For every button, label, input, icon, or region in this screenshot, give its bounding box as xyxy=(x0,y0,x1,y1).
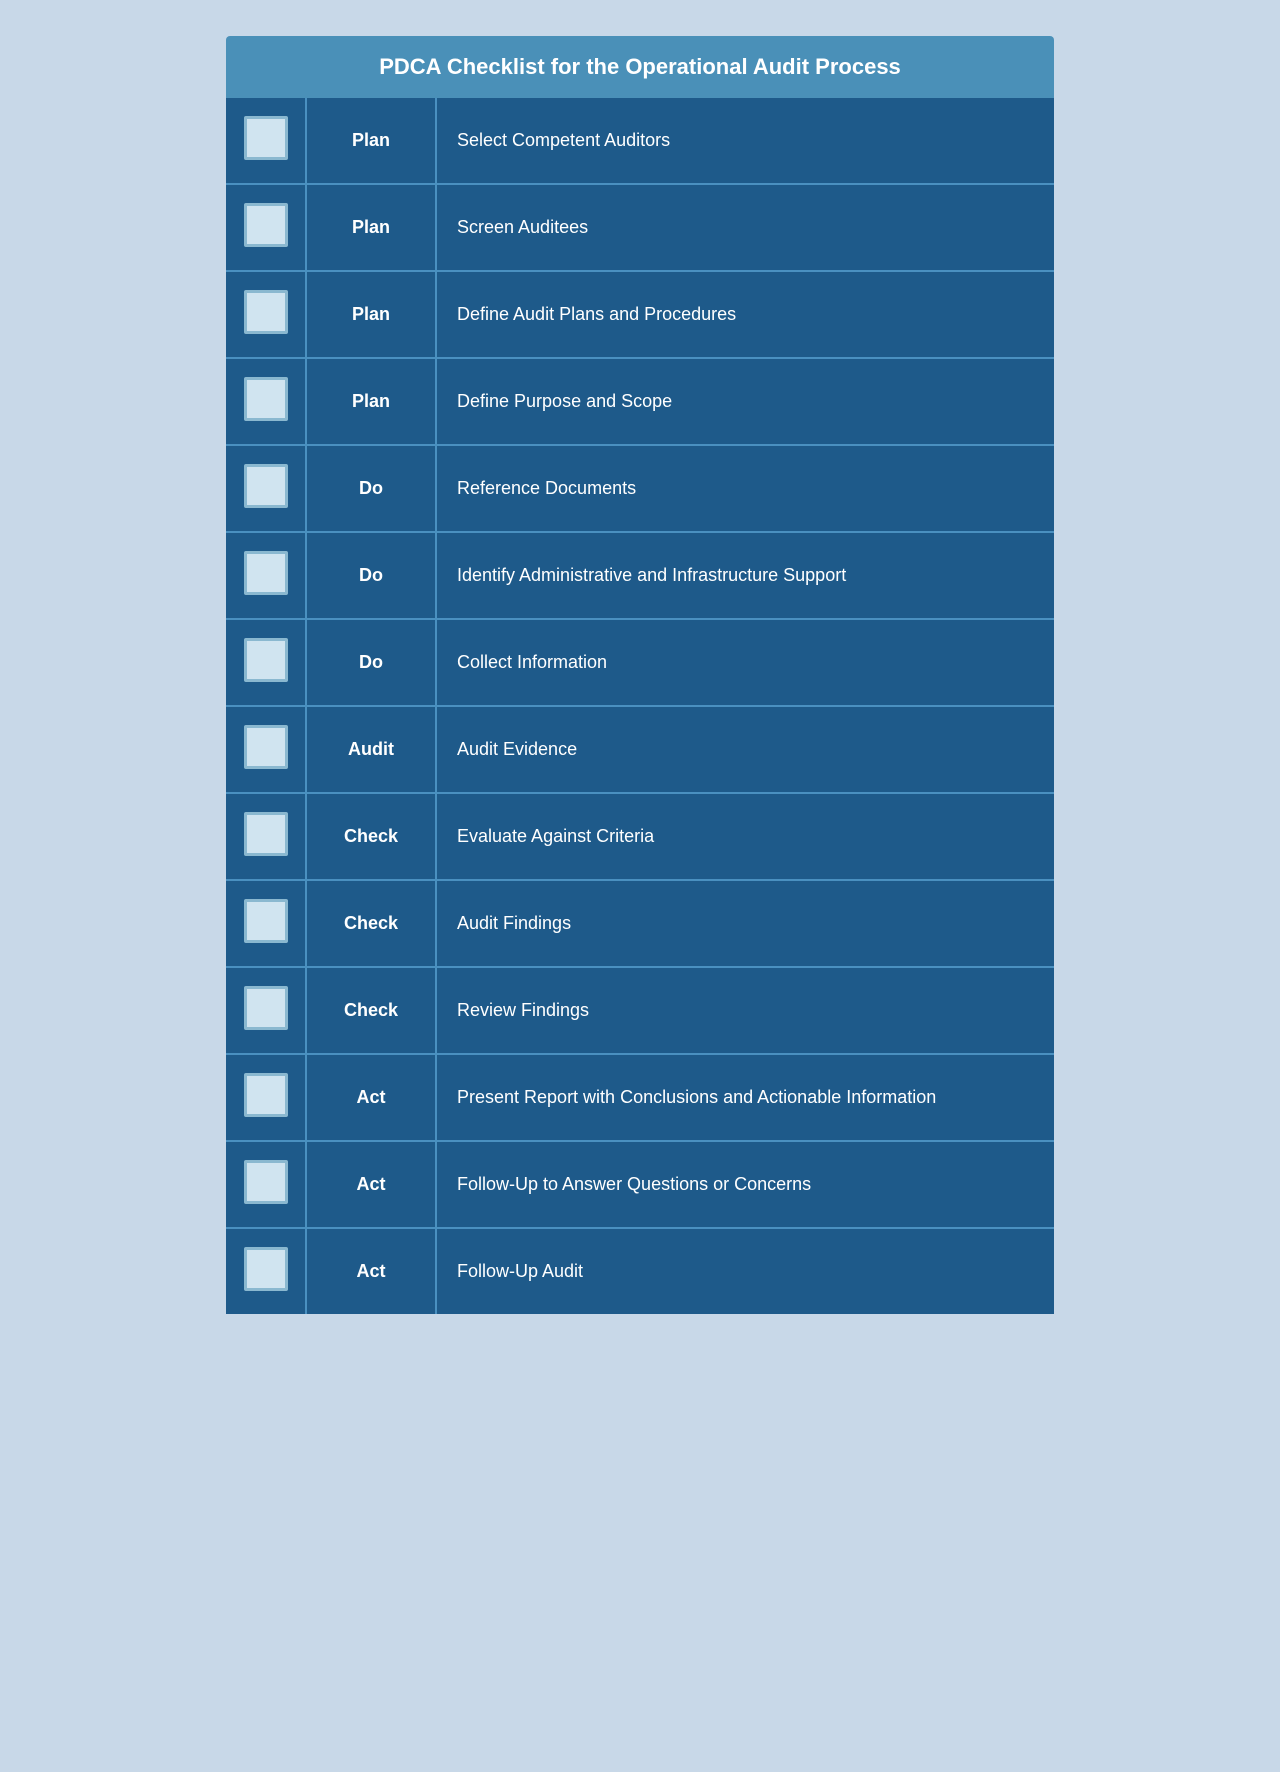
task-cell: Define Purpose and Scope xyxy=(436,358,1054,445)
checkbox-cell xyxy=(226,98,306,184)
table-row: PlanScreen Auditees xyxy=(226,184,1054,271)
phase-cell: Do xyxy=(306,532,436,619)
task-cell: Collect Information xyxy=(436,619,1054,706)
checkbox[interactable] xyxy=(244,725,288,769)
checkbox-cell xyxy=(226,706,306,793)
checkbox-cell xyxy=(226,445,306,532)
checkbox-cell xyxy=(226,184,306,271)
table-row: DoCollect Information xyxy=(226,619,1054,706)
checkbox[interactable] xyxy=(244,116,288,160)
task-cell: Follow-Up Audit xyxy=(436,1228,1054,1314)
checkbox[interactable] xyxy=(244,1160,288,1204)
table-row: ActFollow-Up to Answer Questions or Conc… xyxy=(226,1141,1054,1228)
table-row: PlanDefine Audit Plans and Procedures xyxy=(226,271,1054,358)
phase-cell: Do xyxy=(306,445,436,532)
phase-cell: Do xyxy=(306,619,436,706)
phase-cell: Plan xyxy=(306,184,436,271)
checkbox-cell xyxy=(226,880,306,967)
phase-cell: Check xyxy=(306,880,436,967)
task-cell: Screen Auditees xyxy=(436,184,1054,271)
phase-cell: Plan xyxy=(306,358,436,445)
phase-cell: Plan xyxy=(306,98,436,184)
task-cell: Define Audit Plans and Procedures xyxy=(436,271,1054,358)
checkbox[interactable] xyxy=(244,290,288,334)
task-cell: Reference Documents xyxy=(436,445,1054,532)
checkbox-cell xyxy=(226,967,306,1054)
task-cell: Select Competent Auditors xyxy=(436,98,1054,184)
table-row: DoIdentify Administrative and Infrastruc… xyxy=(226,532,1054,619)
task-cell: Identify Administrative and Infrastructu… xyxy=(436,532,1054,619)
checkbox[interactable] xyxy=(244,1073,288,1117)
checkbox[interactable] xyxy=(244,986,288,1030)
table-row: CheckEvaluate Against Criteria xyxy=(226,793,1054,880)
task-cell: Present Report with Conclusions and Acti… xyxy=(436,1054,1054,1141)
table-row: ActPresent Report with Conclusions and A… xyxy=(226,1054,1054,1141)
checkbox[interactable] xyxy=(244,377,288,421)
checkbox-cell xyxy=(226,1141,306,1228)
task-cell: Audit Evidence xyxy=(436,706,1054,793)
task-cell: Review Findings xyxy=(436,967,1054,1054)
table-row: CheckAudit Findings xyxy=(226,880,1054,967)
checkbox[interactable] xyxy=(244,203,288,247)
checkbox[interactable] xyxy=(244,464,288,508)
checkbox[interactable] xyxy=(244,638,288,682)
table-row: CheckReview Findings xyxy=(226,967,1054,1054)
checkbox-cell xyxy=(226,532,306,619)
table-title: PDCA Checklist for the Operational Audit… xyxy=(226,36,1054,98)
phase-cell: Audit xyxy=(306,706,436,793)
checkbox-cell xyxy=(226,1054,306,1141)
main-container: PDCA Checklist for the Operational Audit… xyxy=(210,20,1070,1330)
checkbox[interactable] xyxy=(244,551,288,595)
phase-cell: Act xyxy=(306,1054,436,1141)
table-row: PlanDefine Purpose and Scope xyxy=(226,358,1054,445)
phase-cell: Check xyxy=(306,967,436,1054)
task-cell: Evaluate Against Criteria xyxy=(436,793,1054,880)
checkbox-cell xyxy=(226,619,306,706)
table-row: ActFollow-Up Audit xyxy=(226,1228,1054,1314)
phase-cell: Check xyxy=(306,793,436,880)
table-row: PlanSelect Competent Auditors xyxy=(226,98,1054,184)
table-row: DoReference Documents xyxy=(226,445,1054,532)
phase-cell: Act xyxy=(306,1228,436,1314)
phase-cell: Act xyxy=(306,1141,436,1228)
checkbox-cell xyxy=(226,793,306,880)
checkbox-cell xyxy=(226,358,306,445)
checkbox-cell xyxy=(226,1228,306,1314)
task-cell: Follow-Up to Answer Questions or Concern… xyxy=(436,1141,1054,1228)
checkbox[interactable] xyxy=(244,899,288,943)
table-row: AuditAudit Evidence xyxy=(226,706,1054,793)
task-cell: Audit Findings xyxy=(436,880,1054,967)
phase-cell: Plan xyxy=(306,271,436,358)
checklist-table: PlanSelect Competent AuditorsPlanScreen … xyxy=(226,98,1054,1314)
checkbox[interactable] xyxy=(244,1247,288,1291)
checkbox-cell xyxy=(226,271,306,358)
checkbox[interactable] xyxy=(244,812,288,856)
